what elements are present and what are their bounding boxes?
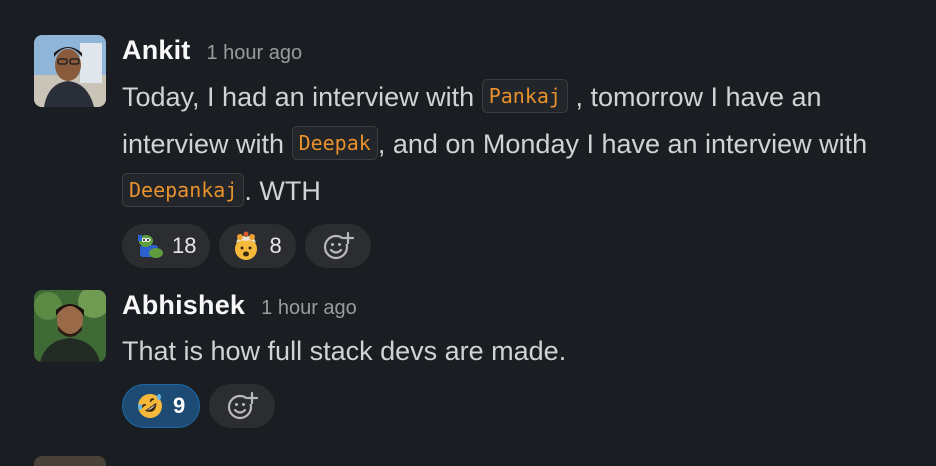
reaction-rofl[interactable]: 9 [122,384,201,428]
avatar-abhishek[interactable] [34,290,106,362]
reaction-exploding-head[interactable]: 8 [219,224,296,268]
author-name[interactable]: Ankit [122,35,191,66]
text-segment: . WTH [244,176,321,206]
timestamp[interactable]: 1 hour ago [207,42,303,65]
add-emoji-icon [228,391,259,420]
author-name[interactable]: Abhishek [122,290,245,321]
add-reaction-button[interactable] [304,224,371,268]
reactions-bar: 18 8 [122,224,912,268]
reactions-bar: 9 [122,384,912,428]
next-message-avatar [34,456,106,466]
timestamp[interactable]: 1 hour ago [261,297,357,320]
pepe-frog-icon [134,231,164,261]
rofl-icon [135,391,165,421]
text-segment: Today, I had an interview with [122,82,482,112]
inline-code: Deepankaj [122,173,245,207]
add-reaction-button[interactable] [209,384,276,428]
add-emoji-icon [323,231,354,260]
text-segment: , and on Monday I have an interview with [377,129,868,159]
inline-code: Pankaj [481,79,568,113]
message-text: That is how full stack devs are made. [122,336,567,366]
reaction-count: 8 [269,233,282,258]
exploding-head-icon [231,231,261,261]
reaction-count: 18 [172,233,197,258]
reaction-pepe[interactable]: 18 [122,224,211,268]
reaction-count: 9 [173,393,186,418]
avatar-ankit[interactable] [34,35,106,107]
inline-code: Deepak [291,126,378,160]
message-text: Today, I had an interview with Pankaj , … [122,73,912,214]
